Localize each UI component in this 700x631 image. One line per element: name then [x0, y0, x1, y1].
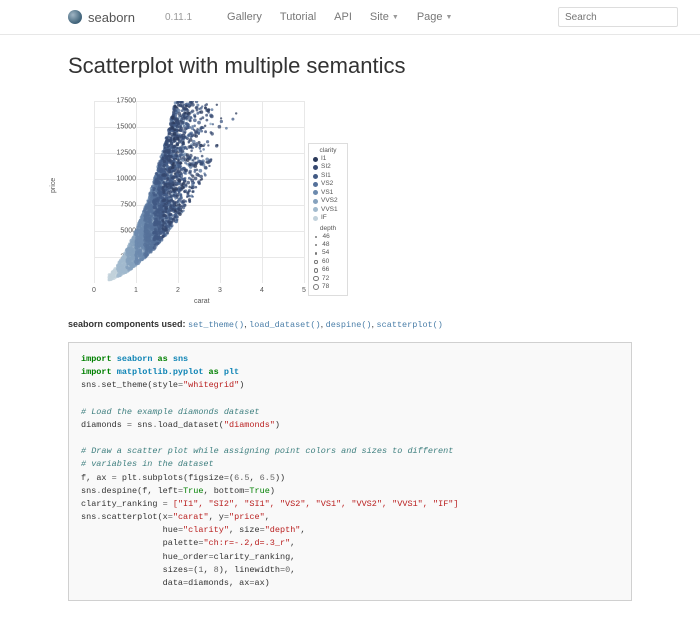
legend-size-icon [315, 252, 318, 255]
legend-size-icon [313, 276, 318, 281]
legend-row: I1 [313, 155, 343, 163]
legend-row: SI1 [313, 172, 343, 180]
legend-marker-icon [313, 216, 318, 221]
chart-legend: clarity I1SI2SI1VS2VS1VVS2VVS1IF depth 4… [308, 143, 348, 296]
brand-link[interactable]: seaborn [68, 10, 135, 25]
nav-site-label: Site [370, 11, 389, 23]
legend-size-icon [315, 236, 317, 238]
brand-name: seaborn [88, 10, 135, 25]
caret-down-icon: ▼ [392, 14, 399, 21]
legend-row: VS2 [313, 180, 343, 188]
legend-marker-icon [313, 157, 318, 162]
legend-marker-icon [313, 174, 318, 179]
components-used: seaborn components used: set_theme(), lo… [68, 319, 632, 330]
caret-down-icon: ▼ [446, 14, 453, 21]
legend-hue-title: clarity [313, 147, 343, 154]
component-link[interactable]: scatterplot() [377, 320, 443, 330]
version-label: 0.11.1 [165, 12, 192, 23]
page-title: Scatterplot with multiple semantics [68, 53, 632, 79]
legend-row: 78 [313, 283, 343, 291]
legend-size-icon [313, 284, 319, 290]
y-axis-label: price [50, 178, 57, 193]
scatter-canvas [94, 101, 304, 283]
seaborn-logo-icon [68, 10, 82, 24]
x-axis-label: carat [194, 298, 210, 305]
navbar: seaborn 0.11.1 Gallery Tutorial API Site… [0, 0, 700, 35]
main-container: Scatterplot with multiple semantics pric… [68, 35, 632, 631]
legend-marker-icon [313, 207, 318, 212]
nav-tutorial[interactable]: Tutorial [280, 11, 316, 23]
legend-row: 72 [313, 275, 343, 283]
x-tick-label: 4 [260, 287, 264, 294]
x-tick-label: 0 [92, 287, 96, 294]
x-tick-label: 3 [218, 287, 222, 294]
nav-links: Gallery Tutorial API Site ▼ Page ▼ [227, 11, 452, 23]
legend-marker-icon [313, 190, 318, 195]
x-tick-label: 2 [176, 287, 180, 294]
legend-row: 66 [313, 266, 343, 274]
nav-site-dropdown[interactable]: Site ▼ [370, 11, 399, 23]
component-link[interactable]: set_theme() [188, 320, 244, 330]
legend-size-icon [314, 260, 317, 263]
legend-marker-icon [313, 182, 318, 187]
search-input[interactable] [558, 7, 678, 27]
x-tick-label: 1 [134, 287, 138, 294]
legend-row: SI2 [313, 163, 343, 171]
legend-row: IF [313, 214, 343, 222]
nav-gallery[interactable]: Gallery [227, 11, 262, 23]
nav-page-label: Page [417, 11, 443, 23]
nav-page-dropdown[interactable]: Page ▼ [417, 11, 453, 23]
legend-size-title: depth [313, 225, 343, 232]
legend-row: 48 [313, 241, 343, 249]
legend-row: 60 [313, 258, 343, 266]
nav-api[interactable]: API [334, 11, 352, 23]
scatterplot-figure: price carat 2500500075001000012500150001… [62, 93, 352, 313]
legend-row: 54 [313, 249, 343, 257]
legend-size-icon [314, 268, 318, 272]
legend-row: 46 [313, 233, 343, 241]
component-link[interactable]: load_dataset() [249, 320, 320, 330]
legend-marker-icon [313, 165, 318, 170]
x-tick-label: 5 [302, 287, 306, 294]
legend-size-icon [315, 244, 317, 246]
legend-row: VS1 [313, 189, 343, 197]
legend-row: VVS1 [313, 206, 343, 214]
legend-row: VVS2 [313, 197, 343, 205]
legend-marker-icon [313, 199, 318, 204]
search-wrap [558, 7, 678, 28]
components-label: seaborn components used: [68, 319, 186, 329]
code-block: import seaborn as sns import matplotlib.… [68, 342, 632, 601]
component-link[interactable]: despine() [326, 320, 372, 330]
